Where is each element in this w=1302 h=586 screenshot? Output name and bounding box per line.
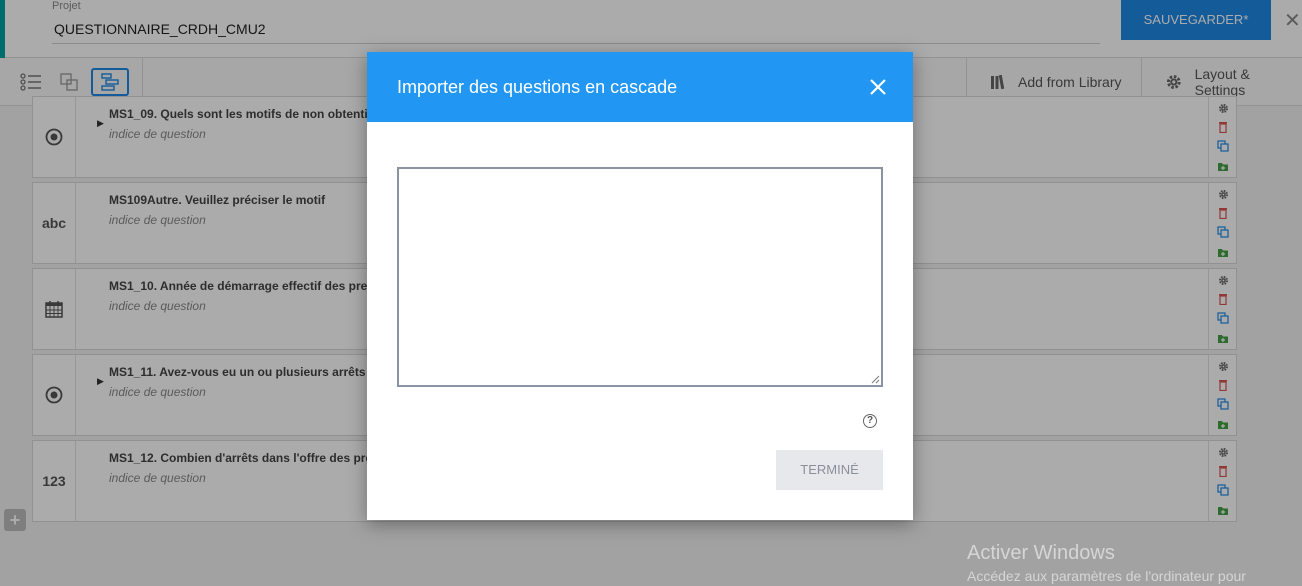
help-icon[interactable]: ? [863, 414, 877, 428]
dialog-title: Importer des questions en cascade [397, 77, 678, 97]
resize-grip-icon [871, 375, 880, 384]
cascade-textarea[interactable] [397, 167, 883, 387]
activation-watermark-text: Accédez aux paramètres de l'ordinateur p… [967, 568, 1246, 584]
done-button[interactable]: TERMINÉ [776, 450, 883, 490]
close-icon[interactable] [867, 76, 889, 98]
dialog-header: Importer des questions en cascade [367, 52, 913, 122]
cascade-import-dialog: Importer des questions en cascade ? TERM… [367, 52, 913, 520]
activation-watermark-title: Activer Windows [967, 542, 1115, 564]
